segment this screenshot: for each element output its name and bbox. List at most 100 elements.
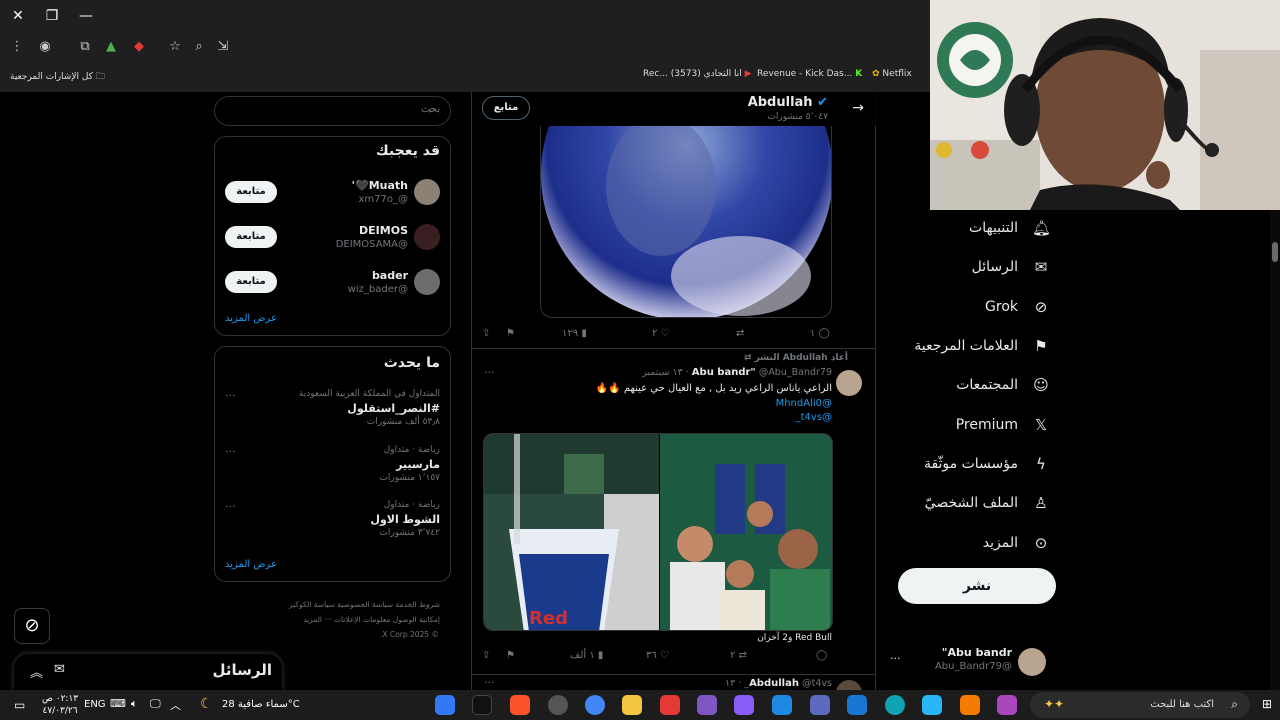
extension-red-icon[interactable]: ◆	[130, 38, 148, 56]
bookmark-item-1[interactable]: Rec... (3573) انا التحادي ▶	[643, 69, 752, 79]
following-button[interactable]: متابع	[482, 96, 530, 120]
minimize-icon[interactable]: —	[76, 6, 96, 26]
repost-icon[interactable]: ⇄	[736, 328, 744, 339]
follow-suggestion[interactable]: bader @wiz_bader متابعة	[215, 267, 450, 301]
edge-icon[interactable]	[885, 695, 905, 715]
footer-line[interactable]: إمكانية الوصول معلومات الإعلانات ··· الم…	[250, 612, 440, 627]
more-options-icon[interactable]: ···	[225, 445, 236, 458]
tweet-media[interactable]	[540, 126, 832, 318]
expand-icon[interactable]: ︽	[30, 662, 43, 681]
account-switcher[interactable]: Abu bandr" @Abu_Bandr79 ···	[888, 640, 1058, 682]
follow-button[interactable]: متابعة	[225, 226, 277, 248]
menu-dots-icon[interactable]: ⋮	[8, 38, 26, 56]
obs-icon[interactable]	[548, 695, 568, 715]
trend-item[interactable]: رياضة · متداول مارسيير ١٬١٥٧ منشورات ···	[215, 443, 450, 489]
like-stat[interactable]: ٢ ♡	[652, 328, 670, 339]
copilot-icon[interactable]	[997, 695, 1017, 715]
show-more-link[interactable]: عرض المزيد	[225, 559, 277, 570]
repost-stat[interactable]: ٢ ⇄	[730, 650, 747, 661]
follow-suggestion[interactable]: Muath🖤' @_xm77o متابعة	[215, 177, 450, 211]
clock[interactable]: ٠٢:١٣ ص ٤٧/٠٣/٢٦	[42, 693, 78, 717]
install-icon[interactable]: ⇲	[214, 38, 232, 56]
nav-more[interactable]: ⊙ المزيد	[983, 528, 1050, 558]
nav-grok[interactable]: ⊘ Grok	[985, 292, 1050, 322]
nav-messages[interactable]: ✉ الرسائل	[972, 252, 1050, 282]
more-options-icon[interactable]: ···	[484, 366, 495, 379]
language-indicator[interactable]: ENG	[84, 699, 106, 710]
follow-suggestion[interactable]: DEIMOS @DEIMOSAMA متابعة	[215, 222, 450, 256]
bookmark-icon[interactable]: ⚑	[506, 650, 515, 661]
nav-verified-orgs[interactable]: ϟ مؤسسات موثّقة	[924, 449, 1050, 479]
mention-link[interactable]: @MhndAli0	[776, 398, 832, 409]
app-icon-10[interactable]	[772, 695, 792, 715]
extensions-icon[interactable]: ⧉	[76, 38, 94, 56]
share-icon[interactable]: ⇪	[482, 650, 490, 661]
bookmark-item-3[interactable]: ✿ Netflix	[872, 69, 912, 79]
trend-item[interactable]: رياضة · متداول الشوط الاول ٣٬٧٤٢ منشورات…	[215, 498, 450, 544]
more-options-icon[interactable]: ···	[225, 500, 236, 513]
all-bookmarks-link[interactable]: كل الإشارات المرجعية 🗀	[10, 69, 105, 85]
nav-profile[interactable]: ♙ الملف الشخصيّ	[925, 488, 1050, 518]
new-message-icon[interactable]: ✉	[54, 662, 65, 677]
close-icon[interactable]: ✕	[8, 6, 28, 26]
author-name[interactable]: Abu bandr"	[692, 367, 756, 378]
weather-text[interactable]: سماء صافية 28°C	[222, 699, 300, 710]
brave-icon[interactable]	[510, 695, 530, 715]
footer-line[interactable]: شروط الخدمة سياسة الخصوصية سياسة الكوكيز	[250, 597, 440, 612]
nav-notifications[interactable]: 🔔︎ التنبيهات	[969, 213, 1051, 243]
app-icon-1[interactable]	[435, 695, 455, 715]
start-icon[interactable]: ⊞	[1262, 697, 1272, 711]
more-options-icon[interactable]: ···	[484, 676, 495, 689]
post-button[interactable]: نشر	[898, 568, 1056, 604]
bookmark-icon[interactable]: ⚑	[506, 328, 515, 339]
reply-icon[interactable]: ◯	[816, 650, 827, 661]
avatar[interactable]	[836, 370, 862, 396]
mention-link[interactable]: @t4vs_	[796, 412, 832, 423]
author-name[interactable]: Abdullah	[749, 678, 799, 689]
discord-icon[interactable]	[734, 695, 754, 715]
volume-icon[interactable]: 🔈︎	[131, 697, 138, 711]
grok-floating-button[interactable]: ⊘	[14, 608, 50, 644]
tweet[interactable]: Abdullah @t4vs_ · ١٣ ···	[472, 676, 876, 690]
app-icon-15[interactable]	[960, 695, 980, 715]
views-stat[interactable]: ١ ألف ▮	[570, 650, 603, 661]
image-tags[interactable]: Red Bull و2 آخران	[757, 633, 832, 643]
tray-chevron-icon[interactable]: ︿	[170, 697, 181, 713]
back-arrow-icon[interactable]: →	[852, 100, 864, 116]
keyboard-icon[interactable]: ⌨	[110, 697, 126, 710]
follow-button[interactable]: متابعة	[225, 181, 277, 203]
reply-stat[interactable]: ١ ◯	[810, 328, 830, 339]
tweet-media-grid[interactable]: Red	[483, 433, 833, 631]
network-icon[interactable]: 🖵	[150, 697, 161, 711]
youtube-icon[interactable]	[660, 695, 680, 715]
tweet[interactable]: أعاد Abdullah النشر ⇄ Abu bandr" @Abu_Ba…	[472, 350, 876, 668]
zoom-icon[interactable]: ⌕	[190, 38, 208, 56]
share-icon[interactable]: ⇪	[482, 328, 490, 339]
drive-icon[interactable]: ▲	[102, 38, 120, 56]
like-stat[interactable]: ٣٦ ♡	[646, 650, 669, 661]
app-icon-8[interactable]	[697, 695, 717, 715]
nav-bookmarks[interactable]: ⚑ العلامات المرجعية	[914, 331, 1050, 361]
bookmark-item-2[interactable]: Revenue - Kick Das... K	[757, 69, 862, 79]
views-stat[interactable]: ١٢٩ ▮	[562, 328, 587, 339]
nav-premium[interactable]: 𝕏 Premium	[956, 410, 1050, 440]
scrollbar-thumb[interactable]	[1272, 242, 1278, 262]
file-explorer-icon[interactable]	[622, 695, 642, 715]
restore-icon[interactable]: ❐	[42, 6, 62, 26]
show-more-link[interactable]: عرض المزيد	[225, 313, 277, 324]
chrome-icon[interactable]	[585, 695, 605, 715]
profile-icon[interactable]: ◉	[36, 38, 54, 56]
tiktok-icon[interactable]	[472, 695, 492, 715]
outlook-icon[interactable]	[847, 695, 867, 715]
messages-drawer[interactable]: الرسائل ︽ ✉	[14, 654, 282, 690]
nav-communities[interactable]: ☺ المجتمعات	[956, 370, 1050, 400]
store-icon[interactable]	[922, 695, 942, 715]
search-box[interactable]: بحث ⌕	[214, 96, 451, 126]
follow-button[interactable]: متابعة	[225, 271, 277, 293]
group-selfie-photo[interactable]	[660, 434, 833, 631]
taskbar-search-input[interactable]: اكتب هنا للبحث	[1150, 699, 1214, 710]
trend-item[interactable]: المتداول في المملكة العربية السعودية #ال…	[215, 387, 450, 433]
more-options-icon[interactable]: ···	[225, 389, 236, 402]
taskbar-search[interactable]: ✦✦ اكتب هنا للبحث ⌕	[1030, 692, 1250, 718]
app-icon-11[interactable]	[810, 695, 830, 715]
